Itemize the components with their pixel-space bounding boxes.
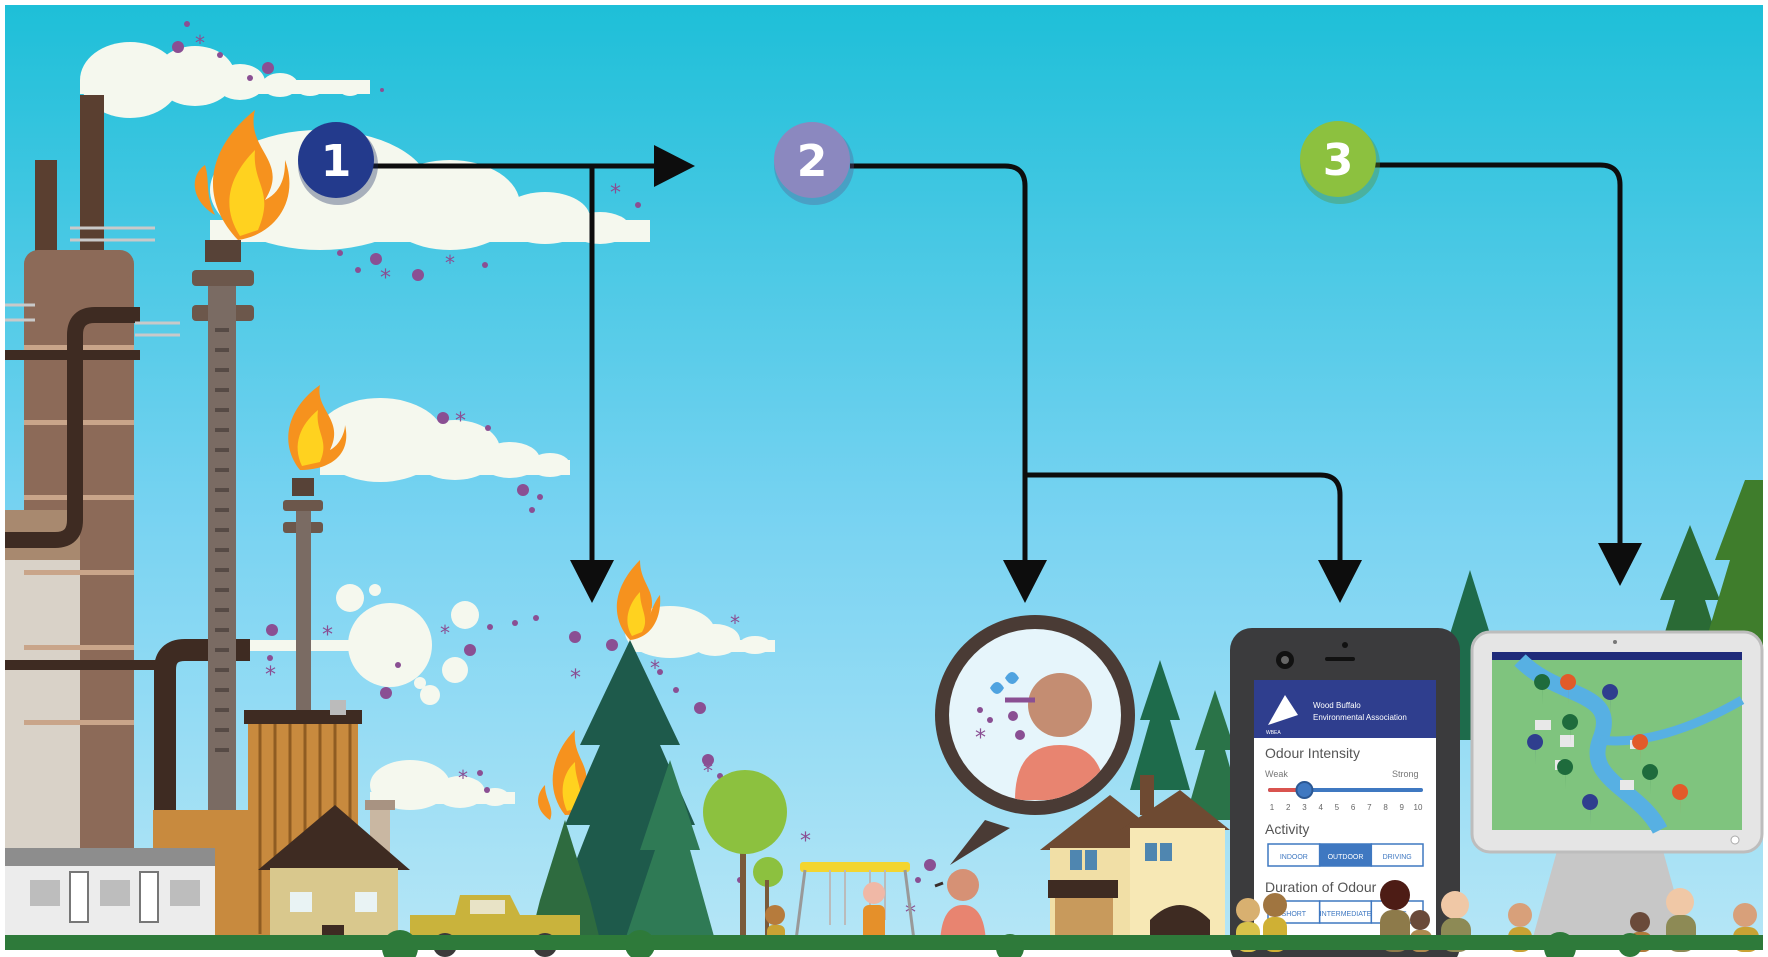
duration-title: Duration of Odour [1265, 879, 1377, 895]
svg-text:*: * [445, 251, 455, 275]
step-number-3: 3 [1323, 135, 1354, 186]
svg-text:*: * [458, 766, 468, 790]
scale-label-2: 2 [1286, 803, 1291, 812]
activity-indoor-label: INDOOR [1280, 854, 1308, 861]
svg-text:*: * [380, 266, 391, 291]
activity-outdoor-label: OUTDOOR [1328, 854, 1364, 861]
svg-text:*: * [800, 829, 811, 854]
svg-text:*: * [322, 623, 333, 648]
svg-text:*: * [610, 181, 621, 206]
duration-intermediate-label: INTERMEDIATE [1320, 911, 1372, 918]
svg-text:*: * [703, 759, 713, 783]
scale-label-6: 6 [1351, 803, 1356, 812]
scale-label-8: 8 [1383, 803, 1388, 812]
svg-text:*: * [650, 656, 660, 680]
illustration: * * * * * * * * * * * * * * * WBEA Wood … [0, 0, 1768, 957]
weak-label: Weak [1265, 769, 1288, 779]
step-number-1: 1 [321, 136, 352, 187]
svg-text:*: * [265, 663, 276, 688]
activity-title: Activity [1265, 821, 1309, 837]
svg-text:*: * [570, 666, 581, 691]
odour-reporting-scene: * * * * * * * * * * * * * * * WBEA Wood … [5, 5, 1764, 957]
scale-label-7: 7 [1367, 803, 1372, 812]
svg-text:*: * [440, 621, 450, 645]
strong-label: Strong [1392, 769, 1419, 779]
svg-text:*: * [730, 611, 740, 635]
activity-options: INDOOR OUTDOOR DRIVING [1267, 843, 1424, 867]
scale-label-9: 9 [1400, 803, 1405, 812]
org-name-line2: Environmental Association [1313, 713, 1407, 722]
intensity-slider-thumb[interactable] [1295, 781, 1314, 799]
scale-label-1: 1 [1270, 803, 1275, 812]
logo-text: WBEA [1266, 730, 1281, 736]
org-name-line1: Wood Buffalo [1313, 701, 1361, 710]
svg-text:*: * [975, 726, 986, 751]
scale-label-10: 10 [1414, 803, 1423, 812]
svg-text:*: * [455, 409, 466, 434]
scale-label-4: 4 [1318, 803, 1323, 812]
scale-label-3: 3 [1302, 803, 1307, 812]
duration-short-label: SHORT [1282, 911, 1307, 918]
activity-driving-label: DRIVING [1383, 854, 1412, 861]
scale-label-5: 5 [1335, 803, 1340, 812]
step-number-2: 2 [797, 136, 828, 187]
odour-intensity-title: Odour Intensity [1265, 745, 1360, 761]
svg-text:*: * [195, 31, 205, 55]
